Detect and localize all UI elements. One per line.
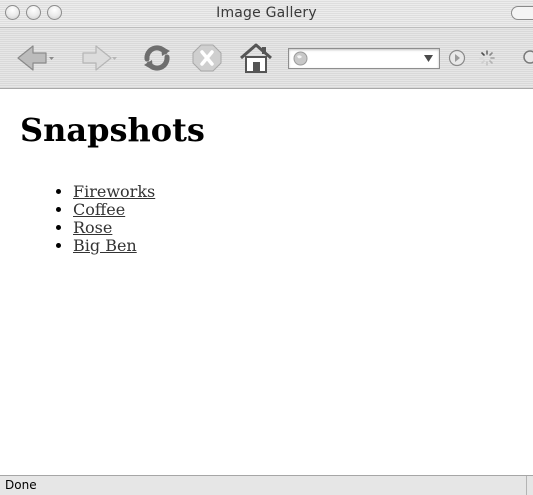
page-heading: Snapshots <box>20 111 205 149</box>
globe-icon <box>293 51 308 66</box>
status-bar-panel <box>526 476 533 495</box>
go-icon[interactable] <box>448 49 466 67</box>
list-item: Rose <box>73 219 155 237</box>
stop-icon[interactable] <box>190 42 224 74</box>
window-title: Image Gallery <box>216 5 317 21</box>
address-bar[interactable] <box>288 48 440 69</box>
title-bar: Image Gallery <box>0 0 533 28</box>
navigation-toolbar <box>0 28 533 89</box>
throbber-icon <box>479 50 495 66</box>
back-arrow-icon[interactable] <box>15 42 55 74</box>
link-coffee[interactable]: Coffee <box>73 200 125 219</box>
list-item: Coffee <box>73 201 155 219</box>
forward-arrow-icon[interactable] <box>80 42 118 74</box>
toolbar-toggle-button[interactable] <box>511 6 533 20</box>
link-fireworks[interactable]: Fireworks <box>73 182 155 201</box>
search-icon[interactable] <box>522 49 533 67</box>
status-text: Done <box>5 478 37 492</box>
reload-icon[interactable] <box>140 42 174 74</box>
gallery-link-list: Fireworks Coffee Rose Big Ben <box>33 183 155 255</box>
page-content: Snapshots Fireworks Coffee Rose Big Ben <box>0 89 533 474</box>
list-item: Big Ben <box>73 237 155 255</box>
dropdown-arrow-icon[interactable] <box>424 55 433 62</box>
browser-window: Image Gallery Snapshots • Fireworks • Co… <box>0 0 533 495</box>
status-bar: Done <box>0 475 533 495</box>
list-item: Fireworks <box>73 183 155 201</box>
home-icon[interactable] <box>238 42 274 74</box>
link-big-ben[interactable]: Big Ben <box>73 236 137 255</box>
link-rose[interactable]: Rose <box>73 218 112 237</box>
